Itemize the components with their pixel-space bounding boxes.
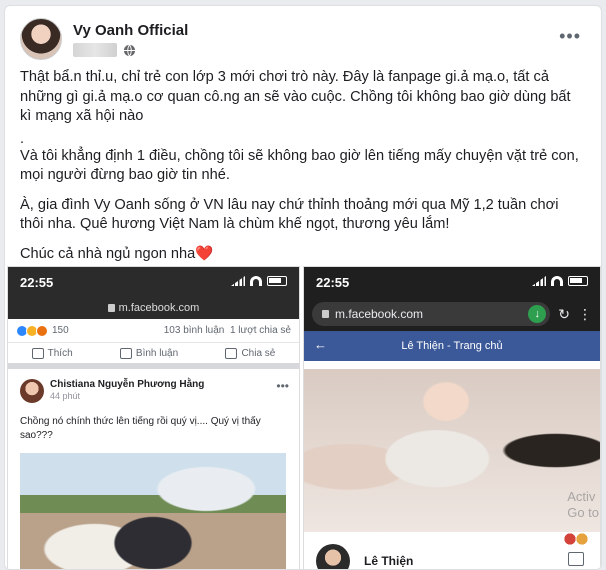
screenshot-left[interactable]: 22:55 m.facebook.com 150 103 bình luận 1… [7, 266, 300, 569]
reaction-count: 150 [52, 325, 69, 336]
more-horizontal-icon: ••• [276, 379, 289, 393]
globe-icon[interactable] [123, 44, 136, 57]
signal-icon [231, 276, 245, 286]
decoration-sticker [561, 532, 591, 546]
comment-label: Bình luận [135, 347, 179, 359]
page-title: Lê Thiện - Trang chủ [401, 340, 503, 352]
profile-name: Lê Thiện [364, 554, 414, 568]
angry-reaction-icon [36, 324, 48, 337]
menu-dots-icon: ⋮ [578, 305, 592, 322]
author-name[interactable]: Vy Oanh Official [73, 22, 188, 39]
post-header: Vy Oanh Official ••• [20, 18, 589, 68]
blurred-timestamp[interactable] [73, 43, 117, 57]
heart-icon: ❤️ [195, 245, 214, 262]
lock-icon [322, 310, 329, 318]
more-options-icon[interactable]: ••• [559, 26, 581, 47]
embedded-time: 44 phút [50, 391, 81, 401]
like-label: Thích [47, 347, 73, 359]
family-photo [20, 453, 286, 569]
like-action: Thích [31, 347, 73, 359]
share-label: Chia sẻ [241, 347, 276, 359]
thumbs-up-icon [31, 347, 44, 359]
browser-toolbar: m.facebook.com ↓ ↻ ⋮ [304, 297, 600, 331]
battery-icon [267, 276, 287, 286]
status-time: 22:55 [20, 274, 54, 290]
status-time: 22:55 [316, 274, 350, 290]
signal-icon [532, 276, 546, 286]
comment-icon [119, 347, 132, 359]
reaction-summary: 150 103 bình luận 1 lượt chia sẻ [8, 319, 299, 343]
action-bar: Thích Bình luận Chia sẻ [8, 343, 299, 369]
avatar[interactable] [20, 18, 62, 60]
download-icon: ↓ [528, 305, 547, 323]
post-card: Vy Oanh Official ••• Thật bẩ.n thỉ.u, ch… [4, 5, 602, 570]
post-meta [73, 43, 136, 57]
comment-action: Bình luận [119, 347, 179, 359]
attached-images[interactable]: 22:55 m.facebook.com 150 103 bình luận 1… [7, 266, 601, 569]
embedded-text: Chồng nó chính thức lên tiếng rồi quý vị… [20, 416, 261, 441]
address-bar: m.facebook.com [8, 297, 299, 319]
watermark-line-2: Go to [567, 505, 599, 520]
profile-row: Lê Thiện [304, 532, 600, 569]
phone-status-bar: 22:55 [8, 267, 299, 297]
share-count: 1 lượt chia sẻ [229, 325, 291, 336]
post-body: Thật bẩ.n thỉ.u, chỉ trẻ con lớp 3 mới c… [20, 68, 583, 274]
watermark-line-1: Activ [567, 489, 596, 504]
post-paragraph-4: À, gia đình Vy Oanh sống ở VN lâu nay ch… [20, 196, 559, 233]
share-icon [225, 347, 238, 359]
phone-status-bar: 22:55 [304, 267, 600, 297]
post-paragraph-3: Và tôi khẳng định 1 điều, chồng tôi sẽ k… [20, 147, 579, 184]
post-paragraph-5: Chúc cả nhà ngủ ngon nha❤️ [20, 245, 583, 265]
wifi-icon [250, 276, 262, 286]
embedded-author: Chistiana Nguyễn Phương Hằng [50, 379, 205, 390]
goodnight-text: Chúc cả nhà ngủ ngon nha [20, 245, 196, 262]
url-text: m.facebook.com [118, 302, 200, 314]
profile-avatar [316, 544, 350, 569]
embedded-post: Chistiana Nguyễn Phương Hằng 44 phút •••… [8, 369, 299, 569]
page-header-bar: ← Lê Thiện - Trang chủ [304, 331, 600, 361]
share-action: Chia sẻ [225, 347, 276, 359]
post-paragraph-1: Thật bẩ.n thỉ.u, chỉ trẻ con lớp 3 mới c… [20, 69, 571, 124]
cover-photo [304, 369, 600, 532]
url-field: m.facebook.com ↓ [312, 302, 551, 326]
url-text: m.facebook.com [335, 307, 424, 321]
refresh-icon: ↻ [558, 305, 570, 322]
wifi-icon [551, 276, 563, 286]
comment-count: 103 bình luận [163, 325, 225, 336]
embedded-avatar [20, 379, 44, 403]
post-paragraph-2: . [20, 130, 25, 147]
back-arrow-icon: ← [314, 337, 327, 352]
battery-icon [568, 276, 588, 286]
screenshot-right[interactable]: 22:55 m.facebook.com ↓ ↻ ⋮ ← Lê Thiện - … [303, 266, 601, 569]
windows-activation-watermark: Activ Go to [567, 489, 599, 521]
thumbs-up-icon [568, 552, 584, 566]
lock-icon [107, 304, 115, 312]
